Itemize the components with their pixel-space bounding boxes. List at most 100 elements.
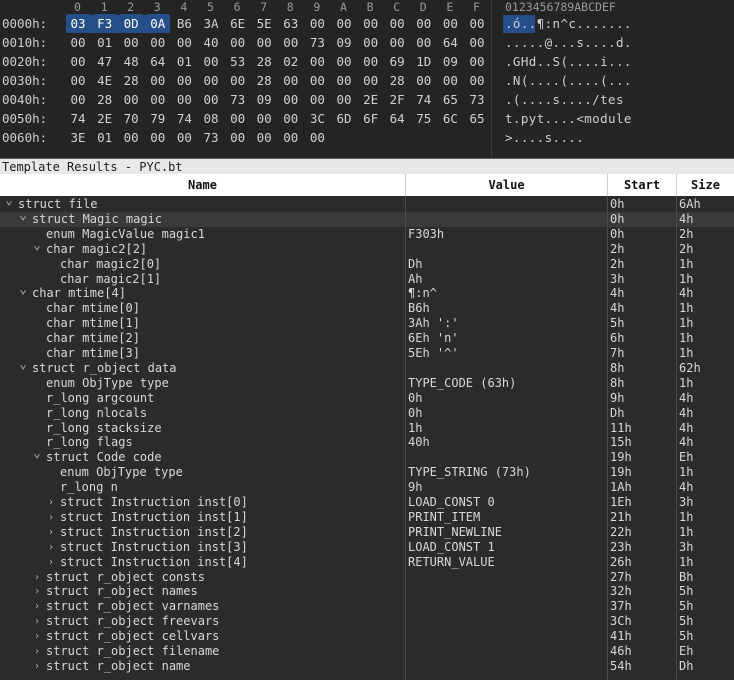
expand-chevron-icon[interactable]: ⌄	[18, 361, 28, 372]
hex-ascii-text[interactable]: .(....s..../tes	[505, 90, 624, 109]
hex-byte[interactable]: 28	[94, 90, 116, 109]
hex-byte[interactable]: 09	[439, 52, 461, 71]
hex-byte[interactable]: 00	[173, 128, 195, 147]
hex-byte[interactable]: 00	[280, 71, 302, 90]
expand-chevron-icon[interactable]: ⌄	[32, 450, 42, 461]
hex-editor-pane[interactable]: 0 1 2 3 4 5 6 7 8 9 A B C D E F 0123456789ABCDEF 0000h: 0…	[0, 0, 734, 158]
hex-byte[interactable]: 69	[386, 52, 408, 71]
template-row[interactable]: char magic2[1] Ah 3h 1h	[0, 272, 734, 287]
template-row[interactable]: ⌄ char magic2[2] 2h 2h	[0, 242, 734, 257]
hex-byte[interactable]: 53	[227, 52, 249, 71]
hex-byte[interactable]: 65	[466, 109, 488, 128]
hex-byte[interactable]: 00	[360, 33, 382, 52]
hex-byte[interactable]: 00	[333, 90, 355, 109]
hex-byte[interactable]: 00	[67, 52, 89, 71]
hex-byte[interactable]: 73	[227, 90, 249, 109]
hex-byte[interactable]: 00	[200, 52, 222, 71]
template-results-tree[interactable]: ⌄ struct file 0h 6Ah ⌄ struct Magic magic 0h 4h…	[0, 196, 734, 680]
hex-byte[interactable]: 00	[67, 90, 89, 109]
hex-byte[interactable]: 00	[227, 33, 249, 52]
hex-byte[interactable]: 00	[200, 71, 222, 90]
hex-byte[interactable]: 09	[333, 33, 355, 52]
hex-byte[interactable]: 00	[120, 90, 142, 109]
hex-byte[interactable]: 00	[306, 14, 328, 33]
hex-ascii-text[interactable]: .N(....(....(...	[505, 71, 632, 90]
template-row[interactable]: char mtime[0] B6h 4h 1h	[0, 301, 734, 316]
template-row[interactable]: ⌄ struct Code code 19h Eh	[0, 450, 734, 465]
column-header-value[interactable]: Value	[406, 174, 608, 196]
hex-byte[interactable]: 01	[173, 52, 195, 71]
template-row[interactable]: enum ObjType type TYPE_STRING (73h) 19h 1h	[0, 465, 734, 480]
hex-byte[interactable]: 00	[466, 14, 488, 33]
collapse-chevron-icon[interactable]: ›	[32, 584, 42, 599]
template-row[interactable]: › struct r_object consts 27h Bh	[0, 570, 734, 585]
hex-byte[interactable]: 08	[200, 109, 222, 128]
hex-ascii-text[interactable]: .GHd..S(....i...	[505, 52, 632, 71]
hex-byte[interactable]: 00	[227, 109, 249, 128]
hex-byte[interactable]: 00	[413, 14, 435, 33]
template-row[interactable]: enum MagicValue magic1 F303h 0h 2h	[0, 227, 734, 242]
template-row[interactable]: › struct r_object name 54h Dh	[0, 659, 734, 674]
hex-byte[interactable]: 00	[306, 90, 328, 109]
hex-byte[interactable]: 00	[280, 109, 302, 128]
hex-byte[interactable]: 01	[94, 33, 116, 52]
hex-byte[interactable]: 00	[360, 52, 382, 71]
hex-byte[interactable]: 09	[253, 90, 275, 109]
hex-byte[interactable]: 03	[67, 14, 89, 33]
hex-byte[interactable]: 00	[280, 90, 302, 109]
hex-byte[interactable]: 00	[306, 128, 328, 147]
hex-byte[interactable]: 4E	[94, 71, 116, 90]
hex-byte[interactable]: 00	[200, 90, 222, 109]
hex-byte[interactable]: 00	[439, 14, 461, 33]
template-row[interactable]: char mtime[2] 6Eh 'n' 6h 1h	[0, 331, 734, 346]
hex-byte[interactable]: 64	[386, 109, 408, 128]
hex-byte[interactable]: 00	[67, 71, 89, 90]
hex-byte[interactable]: 6E	[227, 14, 249, 33]
hex-byte[interactable]: 00	[147, 90, 169, 109]
template-row[interactable]: › struct Instruction inst[3] LOAD_CONST 1 2…	[0, 540, 734, 555]
hex-byte[interactable]: 00	[173, 33, 195, 52]
hex-byte[interactable]: 1D	[413, 52, 435, 71]
hex-byte[interactable]: 2F	[386, 90, 408, 109]
template-row[interactable]: r_long nlocals 0h Dh 4h	[0, 406, 734, 421]
hex-byte[interactable]: 73	[200, 128, 222, 147]
template-row[interactable]: char mtime[3] 5Eh '^' 7h 1h	[0, 346, 734, 361]
hex-byte[interactable]: 75	[413, 109, 435, 128]
template-row[interactable]: › struct Instruction inst[1] PRINT_ITEM 21h…	[0, 510, 734, 525]
template-row[interactable]: char mtime[1] 3Ah ':' 5h 1h	[0, 316, 734, 331]
hex-byte[interactable]: 00	[306, 71, 328, 90]
hex-byte[interactable]: 0A	[146, 14, 169, 33]
hex-byte[interactable]: 00	[333, 52, 355, 71]
template-row[interactable]: › struct r_object cellvars 41h 5h	[0, 629, 734, 644]
template-row[interactable]: › struct Instruction inst[0] LOAD_CONST 0 1…	[0, 495, 734, 510]
hex-byte[interactable]: 00	[306, 52, 328, 71]
hex-byte[interactable]: 70	[120, 109, 142, 128]
hex-byte[interactable]: 6D	[333, 109, 355, 128]
collapse-chevron-icon[interactable]: ›	[46, 510, 56, 525]
hex-byte[interactable]: 48	[120, 52, 142, 71]
collapse-chevron-icon[interactable]: ›	[46, 540, 56, 555]
hex-byte[interactable]: 79	[147, 109, 169, 128]
hex-byte[interactable]: 00	[333, 14, 355, 33]
hex-byte[interactable]: 3A	[200, 14, 222, 33]
hex-byte[interactable]: 00	[67, 33, 89, 52]
hex-byte[interactable]: 73	[306, 33, 328, 52]
hex-byte[interactable]: 74	[413, 90, 435, 109]
template-row[interactable]: enum ObjType type TYPE_CODE (63h) 8h 1h	[0, 376, 734, 391]
hex-byte[interactable]: 6F	[360, 109, 382, 128]
hex-byte[interactable]: 00	[227, 128, 249, 147]
hex-byte[interactable]: B6	[173, 14, 195, 33]
column-header-size[interactable]: Size	[677, 174, 734, 196]
hex-byte[interactable]: 00	[360, 71, 382, 90]
hex-byte[interactable]: 02	[280, 52, 302, 71]
hex-byte[interactable]: 3E	[67, 128, 89, 147]
hex-byte[interactable]: 28	[253, 52, 275, 71]
hex-byte[interactable]: 73	[466, 90, 488, 109]
collapse-chevron-icon[interactable]: ›	[32, 614, 42, 629]
hex-byte[interactable]: 63	[280, 14, 302, 33]
hex-byte[interactable]: 00	[120, 33, 142, 52]
hex-byte[interactable]: 01	[94, 128, 116, 147]
template-row[interactable]: r_long argcount 0h 9h 4h	[0, 391, 734, 406]
expand-chevron-icon[interactable]: ⌄	[18, 286, 28, 297]
hex-byte[interactable]: 28	[120, 71, 142, 90]
